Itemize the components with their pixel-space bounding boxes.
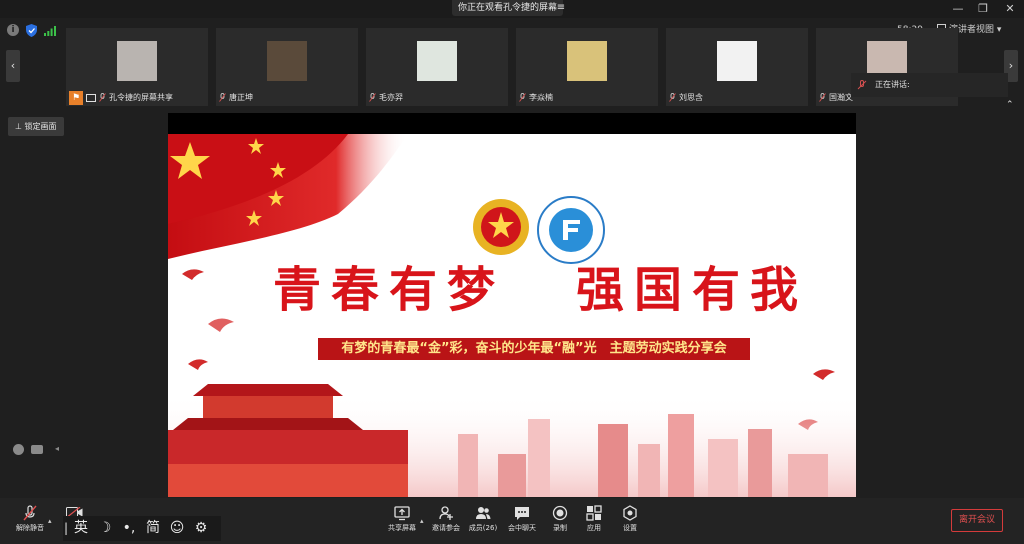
ime-toolbar: | 英 ☽ •, 简 ☺ ⚙	[63, 516, 221, 541]
participant-name: 李焱楠	[529, 93, 553, 102]
participant-avatar	[567, 41, 607, 81]
participant-name: 唐正坤	[229, 93, 253, 102]
mic-muted-icon	[369, 93, 376, 102]
mic-muted-icon	[669, 93, 676, 102]
participant-name-row: 刘思含	[669, 91, 703, 104]
members-button[interactable]: 成员(26)	[463, 505, 503, 533]
apps-button[interactable]: 应用	[574, 505, 614, 533]
chat-button[interactable]: 会中聊天	[502, 505, 542, 533]
collapse-left-icon[interactable]: ◂	[55, 444, 59, 453]
participant-name-row: 国瀚文	[819, 91, 853, 104]
record-icon	[552, 505, 568, 521]
unmute-button[interactable]: 解除静音	[10, 505, 50, 533]
participant-name: 刘思含	[679, 93, 703, 102]
unmute-label: 解除静音	[16, 524, 44, 532]
record-label: 录制	[553, 524, 567, 532]
participant-name: 孔令捷的屏幕共享	[109, 93, 173, 102]
gear-icon	[623, 505, 637, 521]
chat-icon	[515, 507, 529, 520]
ime-simplified-toggle[interactable]: 简	[141, 516, 165, 541]
participant-name: 毛亦羿	[379, 93, 403, 102]
mic-muted-icon	[519, 93, 526, 102]
host-icon: ⚑	[69, 90, 83, 105]
ime-moon-icon[interactable]: ☽	[93, 516, 117, 541]
pin-icon: ⊥	[15, 122, 22, 131]
settings-label: 设置	[623, 524, 637, 532]
lock-view-button[interactable]: ⊥ 锁定画面	[8, 117, 64, 136]
mic-muted-icon	[819, 93, 826, 102]
close-button[interactable]: ✕	[996, 0, 1024, 18]
slide-title-left: 青春有梦	[273, 262, 506, 318]
participant-avatar	[417, 41, 457, 81]
audio-options-caret[interactable]: ▴	[48, 517, 52, 525]
ime-emoji-icon[interactable]: ☺	[165, 516, 189, 541]
mic-muted-icon	[99, 93, 106, 102]
participant-name: 国瀚文	[829, 93, 853, 102]
slide-subtitle: 有梦的青春最“金”彩，奋斗的少年最“融”光 主题劳动实践分享会	[318, 338, 750, 360]
share-screen-button[interactable]: 共享屏幕	[382, 505, 422, 533]
participant-name-row: ⚑ 孔令捷的屏幕共享	[69, 90, 173, 105]
chat-label: 会中聊天	[508, 524, 536, 532]
participant-name-row: 李焱楠	[519, 91, 553, 104]
participant-name-row: 毛亦羿	[369, 91, 403, 104]
invite-label: 邀请参会	[432, 524, 460, 532]
minimize-button[interactable]: —	[944, 0, 972, 18]
participant-name-row: 唐正坤	[219, 91, 253, 104]
ime-punct-icon[interactable]: •,	[117, 516, 141, 541]
mic-muted-icon	[23, 505, 37, 521]
lock-view-label: 锁定画面	[24, 122, 57, 131]
share-screen-icon	[394, 506, 410, 521]
participant-tile[interactable]: 毛亦羿	[366, 28, 508, 106]
mic-muted-icon	[857, 80, 867, 90]
ime-language-toggle[interactable]: 英	[69, 516, 93, 541]
shared-screen: 青春有梦 强国有我 有梦的青春最“金”彩，奋斗的少年最“融”光 主题劳动实践分享…	[168, 113, 856, 497]
speaking-indicator: 正在讲话:	[851, 73, 1008, 97]
share-banner: 你正在观看孔令捷的屏幕	[452, 0, 564, 16]
shield-icon[interactable]	[26, 24, 37, 37]
share-screen-label: 共享屏幕	[388, 524, 416, 532]
participant-avatar	[267, 41, 307, 81]
participant-avatar	[717, 41, 757, 81]
participant-tile[interactable]: 唐正坤	[216, 28, 358, 106]
signal-icon	[44, 26, 56, 36]
reaction-icon[interactable]	[13, 444, 24, 455]
settings-button[interactable]: 设置	[610, 505, 650, 533]
add-user-icon	[439, 506, 453, 520]
screen-letterbox	[168, 113, 856, 134]
restore-button[interactable]: ❐	[969, 0, 997, 18]
participant-tile[interactable]: ⚑ 孔令捷的屏幕共享	[66, 28, 208, 106]
leave-meeting-button[interactable]: 离开会议	[951, 509, 1003, 532]
speaking-label: 正在讲话:	[875, 80, 910, 89]
apps-icon	[586, 505, 602, 521]
ime-gear-icon[interactable]: ⚙	[189, 516, 213, 541]
invite-button[interactable]: 邀请参会	[426, 505, 466, 533]
banner-menu-icon[interactable]: ≡	[553, 0, 569, 16]
danmaku-icon[interactable]	[31, 445, 43, 454]
mic-muted-icon	[219, 93, 226, 102]
strip-prev-button[interactable]: ‹	[6, 50, 20, 82]
share-options-caret[interactable]: ▴	[420, 517, 424, 525]
members-label: 成员(26)	[468, 524, 498, 532]
apps-label: 应用	[587, 524, 601, 532]
members-icon	[476, 507, 491, 519]
slide-title: 青春有梦 强国有我	[168, 260, 856, 320]
participant-tile[interactable]: 李焱楠	[516, 28, 658, 106]
slide-title-right: 强国有我	[576, 262, 809, 318]
collapse-strip-icon[interactable]: ⌃	[1006, 100, 1018, 110]
info-icon[interactable]: i	[7, 24, 19, 36]
participant-avatar	[117, 41, 157, 81]
participant-tile[interactable]: 刘思含	[666, 28, 808, 106]
screen-share-icon	[86, 93, 96, 102]
